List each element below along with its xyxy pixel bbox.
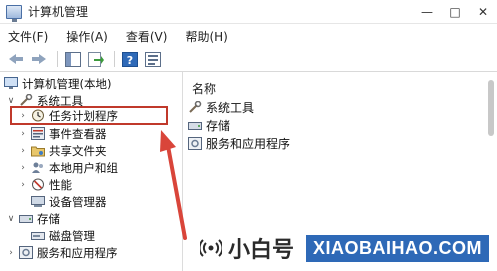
help-button[interactable]: ?	[120, 50, 140, 68]
menu-help[interactable]: 帮助(H)	[185, 28, 227, 45]
tree-item-storage[interactable]: ∨ 存储	[6, 211, 60, 226]
tree-item-local-users[interactable]: › 本地用户和组	[18, 160, 118, 175]
export-list-button[interactable]	[86, 50, 106, 68]
minimize-button[interactable]: —	[413, 0, 441, 24]
expand-chevron-icon[interactable]: ›	[6, 248, 16, 258]
brand-watermark: 小白号 XIAOBAIHAO.COM	[200, 232, 490, 264]
list-item-label: 系统工具	[206, 100, 255, 115]
column-header-name[interactable]: 名称	[192, 80, 216, 97]
collapse-chevron-icon[interactable]: ∨	[6, 214, 16, 224]
expand-chevron-icon[interactable]: ›	[18, 180, 28, 190]
brand-url: XIAOBAIHAO.COM	[306, 234, 490, 262]
properties-button[interactable]	[143, 50, 163, 68]
services-icon	[19, 246, 33, 259]
list-item[interactable]: 存储	[188, 117, 230, 133]
close-button[interactable]: ✕	[469, 0, 497, 24]
computer-management-icon	[6, 4, 22, 22]
tree-item-root[interactable]: 计算机管理(本地)	[4, 76, 111, 91]
tree-label: 性能	[49, 177, 72, 192]
window-title: 计算机管理	[28, 5, 89, 19]
scrollbar-thumb[interactable]	[488, 80, 494, 136]
menu-bar: 文件(F) 操作(A) 查看(V) 帮助(H)	[0, 25, 497, 47]
forward-arrow-icon	[32, 54, 46, 64]
tree-item-device-manager[interactable]: 设备管理器	[31, 194, 107, 209]
export-list-icon	[88, 51, 104, 67]
menu-view[interactable]: 查看(V)	[126, 28, 168, 45]
forward-button[interactable]	[29, 50, 49, 68]
tree-item-performance[interactable]: › 性能	[18, 177, 72, 192]
console-tree-icon	[65, 51, 81, 67]
back-button[interactable]	[6, 50, 26, 68]
maximize-button[interactable]: □	[441, 0, 469, 24]
title-bar: 计算机管理 — □ ✕	[0, 0, 497, 24]
list-item[interactable]: 系统工具	[188, 99, 254, 115]
toolbar-divider	[57, 51, 58, 67]
broadcast-icon	[200, 239, 222, 257]
disk-icon	[31, 232, 45, 240]
toolbar: ?	[0, 47, 497, 72]
expand-chevron-icon[interactable]: ›	[18, 146, 28, 156]
list-item-label: 服务和应用程序	[206, 136, 291, 151]
device-manager-icon	[31, 196, 45, 207]
tree-label: 磁盘管理	[49, 228, 95, 243]
menu-action[interactable]: 操作(A)	[66, 28, 108, 45]
list-item[interactable]: 服务和应用程序	[188, 135, 290, 151]
expand-chevron-icon[interactable]: ›	[18, 129, 28, 139]
tree-label: 存储	[37, 211, 60, 226]
brand-name: 小白号	[228, 238, 295, 263]
storage-icon	[19, 215, 33, 223]
computer-icon	[4, 77, 18, 89]
menu-file[interactable]: 文件(F)	[8, 28, 48, 45]
window-controls: — □ ✕	[413, 0, 497, 24]
properties-icon	[145, 51, 161, 67]
tools-icon	[189, 100, 202, 113]
users-icon	[32, 162, 43, 173]
event-viewer-icon	[31, 127, 45, 140]
tree-item-shared-folders[interactable]: › 共享文件夹	[18, 143, 107, 158]
svg-text:?: ?	[127, 54, 133, 67]
show-hide-tree-button[interactable]	[63, 50, 83, 68]
tree-label: 共享文件夹	[49, 143, 107, 158]
services-icon	[188, 136, 202, 150]
toolbar-divider	[114, 51, 115, 67]
list-item-label: 存储	[206, 118, 231, 133]
highlight-box	[10, 106, 168, 125]
tree-label: 设备管理器	[49, 194, 107, 209]
expand-chevron-icon[interactable]: ›	[18, 163, 28, 173]
storage-icon	[188, 121, 202, 130]
performance-icon	[32, 178, 44, 191]
help-icon: ?	[122, 51, 138, 67]
tree-item-event-viewer[interactable]: › 事件查看器	[18, 126, 107, 141]
tree-label: 计算机管理(本地)	[22, 76, 112, 91]
shared-folder-icon	[31, 146, 45, 157]
tree-label: 服务和应用程序	[37, 245, 118, 260]
tree-item-disk-management[interactable]: 磁盘管理	[31, 228, 95, 243]
back-arrow-icon	[9, 54, 23, 64]
tree-label: 本地用户和组	[49, 160, 118, 175]
tree-label: 事件查看器	[49, 126, 107, 141]
console-tree-pane: 计算机管理(本地) ∨ 系统工具 › 任务计划程序 › 事件查看器 › 共享文件…	[0, 72, 183, 271]
collapse-chevron-icon[interactable]: ∨	[6, 96, 16, 106]
tree-item-services-apps[interactable]: › 服务和应用程序	[6, 245, 118, 260]
